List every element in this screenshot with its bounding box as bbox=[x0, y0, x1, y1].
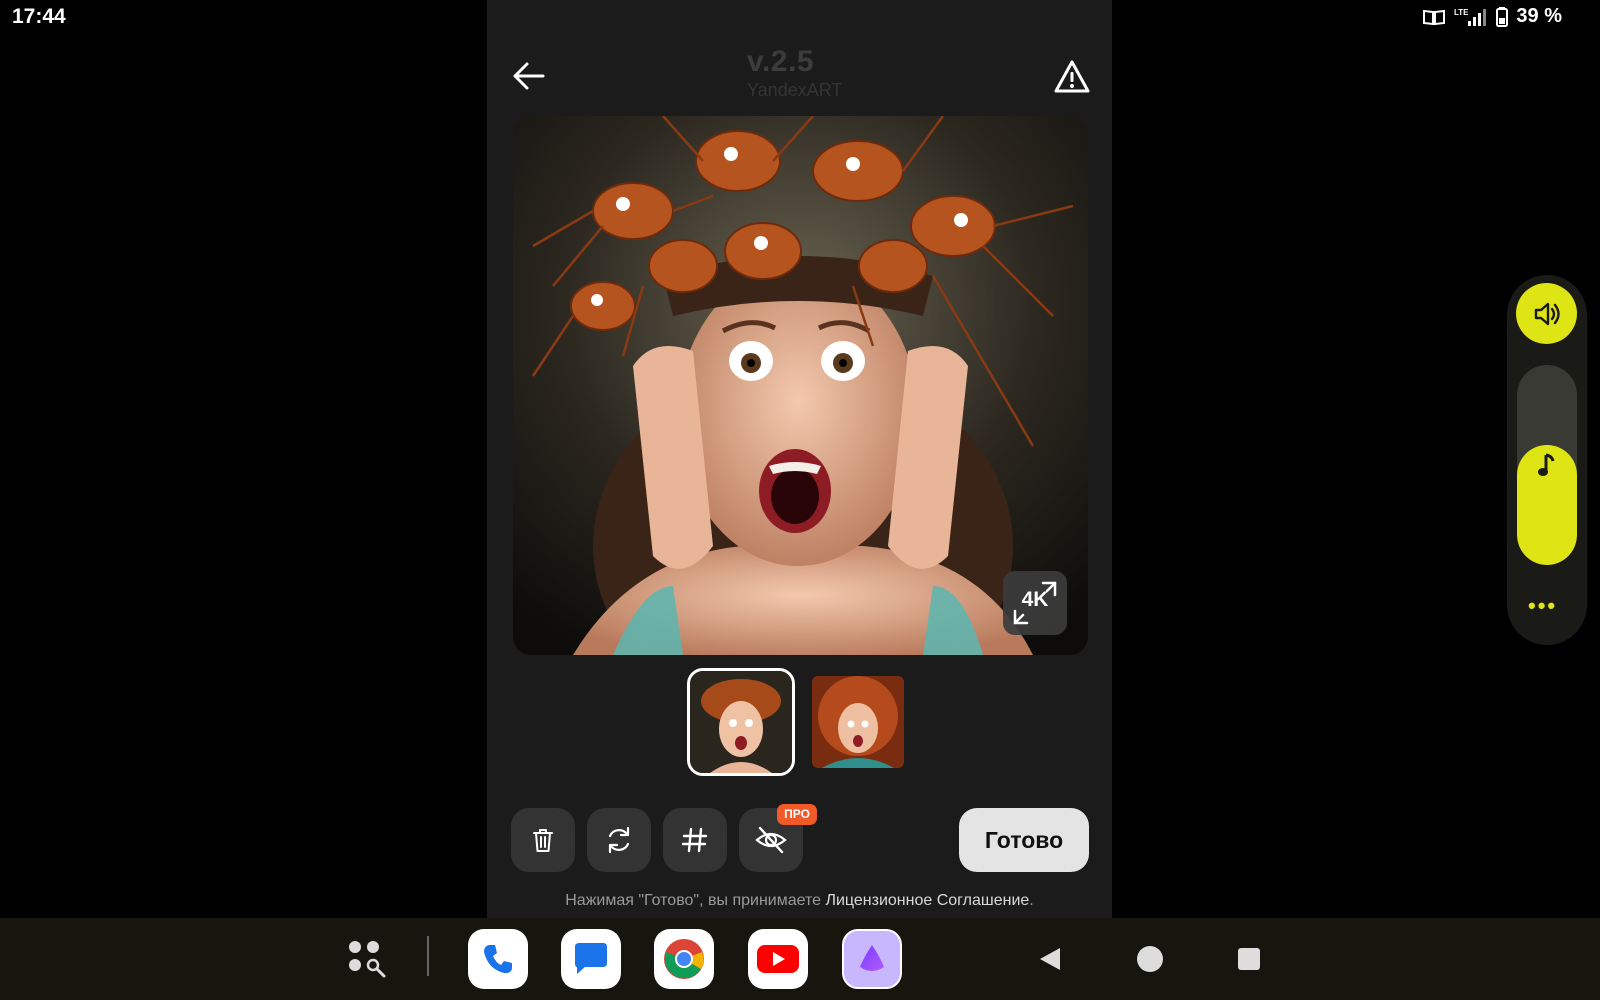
generated-image-art bbox=[513, 116, 1088, 655]
done-button[interactable]: Готово bbox=[959, 808, 1089, 872]
chrome-icon bbox=[664, 939, 704, 979]
4k-label: 4K bbox=[1021, 588, 1049, 611]
pro-badge: ПРО bbox=[777, 804, 817, 825]
warning-icon bbox=[1054, 60, 1090, 93]
nav-back-button[interactable] bbox=[1036, 944, 1066, 974]
youtube-app[interactable] bbox=[748, 929, 808, 989]
nav-recents-button[interactable] bbox=[1234, 944, 1264, 974]
alice-app[interactable] bbox=[842, 929, 902, 989]
license-suffix: . bbox=[1029, 892, 1034, 909]
music-note-icon bbox=[1538, 453, 1555, 476]
back-button[interactable] bbox=[511, 58, 547, 94]
reader-icon bbox=[1423, 9, 1446, 25]
media-volume-slider[interactable] bbox=[1517, 365, 1577, 565]
youtube-icon bbox=[757, 945, 799, 973]
apps-search-icon bbox=[349, 941, 386, 978]
messages-app[interactable] bbox=[561, 929, 621, 989]
thumbnail-1-selected[interactable] bbox=[687, 668, 795, 776]
volume-mode-button[interactable] bbox=[1516, 283, 1577, 344]
app-window: v.2.5 YandexART 4K ПРО Готово Нажимая "Г… bbox=[487, 0, 1112, 918]
more-icon[interactable]: ••• bbox=[1528, 593, 1557, 619]
arrow-left-icon bbox=[513, 62, 545, 90]
status-icons: LTE 39 % bbox=[1422, 5, 1562, 28]
header: v.2.5 YandexART bbox=[487, 0, 1112, 115]
model-label: YandexART bbox=[747, 80, 843, 100]
app-drawer-button[interactable] bbox=[346, 938, 390, 982]
thumbnail-2[interactable] bbox=[812, 676, 904, 768]
trash-icon bbox=[533, 829, 553, 852]
report-button[interactable] bbox=[1053, 58, 1091, 96]
generated-image[interactable]: 4K bbox=[513, 116, 1088, 655]
chrome-app[interactable] bbox=[654, 929, 714, 989]
thumbnail-1-art bbox=[690, 671, 792, 773]
alice-icon bbox=[860, 945, 884, 971]
refresh-icon bbox=[608, 826, 630, 854]
hashtag-icon bbox=[681, 827, 708, 853]
triangle-back-icon bbox=[1040, 948, 1060, 970]
phone-icon bbox=[484, 945, 512, 974]
version-label: v.2.5 bbox=[747, 45, 814, 78]
thumbnail-2-art bbox=[812, 676, 904, 768]
eye-off-icon bbox=[755, 826, 787, 854]
battery-percent: 39 % bbox=[1516, 5, 1562, 27]
volume-panel: ••• bbox=[1507, 275, 1587, 645]
svg-text:LTE: LTE bbox=[1454, 8, 1469, 17]
regenerate-button[interactable] bbox=[587, 808, 651, 872]
license-prefix: Нажимая "Готово", вы принимаете bbox=[565, 892, 826, 909]
square-recents-icon bbox=[1238, 948, 1260, 970]
phone-app[interactable] bbox=[468, 929, 528, 989]
nav-home-button[interactable] bbox=[1135, 944, 1165, 974]
license-note: Нажимая "Готово", вы принимаете Лицензио… bbox=[487, 892, 1112, 910]
status-time: 17:44 bbox=[12, 5, 66, 28]
dock-divider bbox=[427, 936, 429, 976]
circle-home-icon bbox=[1137, 946, 1163, 972]
messages-icon bbox=[575, 943, 607, 974]
delete-button[interactable] bbox=[511, 808, 575, 872]
speaker-icon bbox=[1534, 302, 1560, 325]
license-link[interactable]: Лицензионное Соглашение bbox=[825, 892, 1029, 909]
battery-icon bbox=[1496, 6, 1509, 27]
hashtag-button[interactable] bbox=[663, 808, 727, 872]
navigation-bar bbox=[0, 918, 1600, 1000]
signal-icon: LTE bbox=[1454, 8, 1487, 26]
title: v.2.5 YandexART bbox=[747, 45, 842, 101]
upscale-4k-button[interactable]: 4K bbox=[1003, 571, 1067, 635]
